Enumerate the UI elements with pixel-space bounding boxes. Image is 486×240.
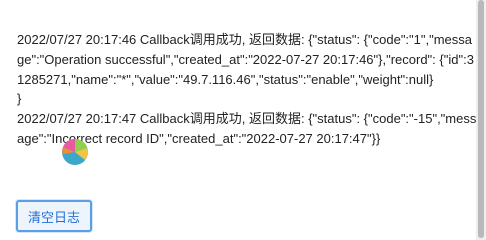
busy-cursor-icon — [62, 138, 88, 165]
log-output: 2022/07/27 20:17:46 Callback调用成功, 返回数据: … — [17, 30, 477, 149]
clear-log-button[interactable]: 清空日志 — [16, 200, 92, 232]
page: 2022/07/27 20:17:46 Callback调用成功, 返回数据: … — [0, 0, 486, 240]
log-entry-1: 2022/07/27 20:17:46 Callback调用成功, 返回数据: … — [17, 32, 474, 87]
log-entry-1-closer: } — [17, 91, 22, 107]
vertical-scrollbar[interactable] — [476, 0, 486, 240]
scrollbar-thumb[interactable] — [478, 0, 484, 238]
